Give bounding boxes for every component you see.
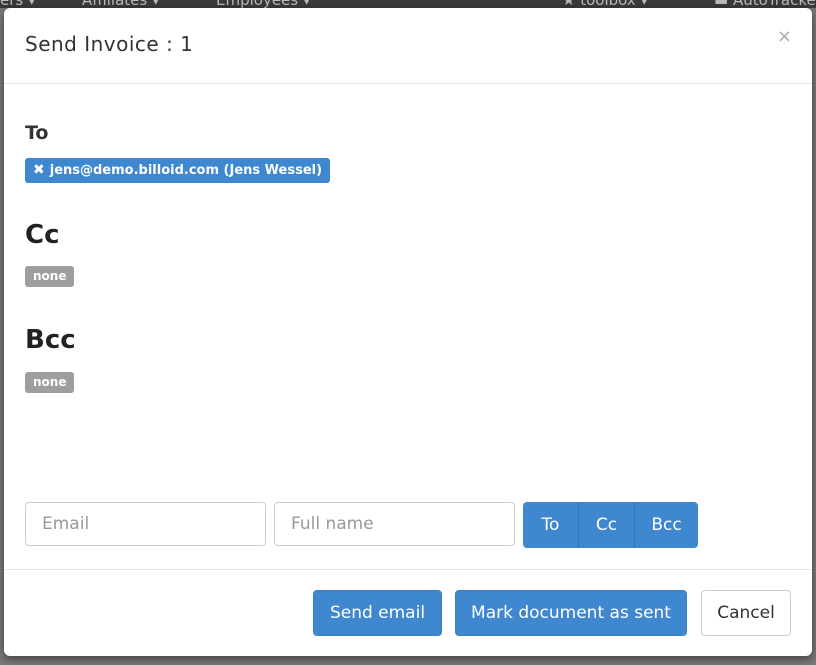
mark-sent-button[interactable]: Mark document as sent [455, 590, 687, 636]
close-icon[interactable]: × [777, 28, 792, 46]
to-label: To [25, 122, 49, 144]
bg-nav-item: ▬ AutoTracke [714, 0, 816, 8]
add-recipient-button-group: To Cc Bcc [523, 502, 698, 548]
modal-body: To ✖ jens@demo.billoid.com (Jens Wessel)… [4, 84, 812, 570]
email-input[interactable] [25, 502, 266, 546]
bcc-none-badge: none [25, 372, 75, 393]
send-invoice-modal: Send Invoice : 1 × To ✖ jens@demo.billoi… [4, 8, 812, 656]
bg-nav-item: ★ toolbox ▾ [562, 0, 648, 8]
bg-nav-item: ers ▾ [0, 0, 36, 8]
send-email-button[interactable]: Send email [313, 590, 442, 636]
to-recipient-chip: ✖ jens@demo.billoid.com (Jens Wessel) [25, 158, 331, 183]
add-bcc-button[interactable]: Bcc [635, 502, 698, 548]
modal-footer: Send email Mark document as sent Cancel [4, 569, 812, 657]
add-to-button[interactable]: To [523, 502, 579, 548]
background-navbar: ers ▾ Affiliates ▾ Employees ▾ ★ toolbox… [0, 0, 816, 8]
recipient-text: jens@demo.billoid.com (Jens Wessel) [49, 163, 323, 178]
cc-heading: Cc [25, 220, 60, 250]
full-name-input[interactable] [274, 502, 515, 546]
cancel-button[interactable]: Cancel [701, 590, 791, 636]
remove-recipient-icon[interactable]: ✖ [33, 158, 45, 183]
cc-none-badge: none [25, 266, 75, 287]
bg-nav-item: Employees ▾ [216, 0, 310, 8]
bcc-heading: Bcc [25, 325, 76, 355]
modal-header: Send Invoice : 1 × [4, 8, 812, 84]
add-cc-button[interactable]: Cc [579, 502, 635, 548]
modal-title: Send Invoice : 1 [25, 32, 194, 56]
bg-nav-item: Affiliates ▾ [82, 0, 160, 8]
